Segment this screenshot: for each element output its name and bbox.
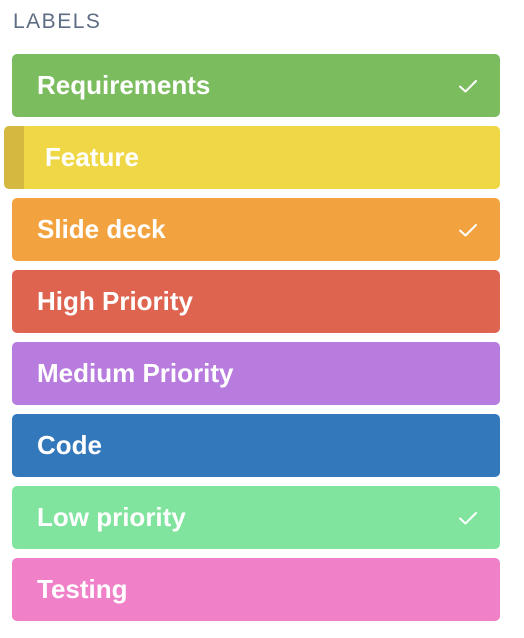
label-name: Slide deck xyxy=(37,214,166,244)
label-medium-priority[interactable]: Medium Priority xyxy=(12,342,500,405)
label-name: High Priority xyxy=(37,286,194,316)
check-icon xyxy=(459,79,477,92)
label-high-priority[interactable]: High Priority xyxy=(12,270,500,333)
label-low-priority[interactable]: Low priority xyxy=(12,486,500,549)
label-testing[interactable]: Testing xyxy=(12,558,500,621)
labels-list: Requirements Feature Slide deck High Pri… xyxy=(0,54,524,630)
label-name: Feature xyxy=(45,142,139,172)
label-name: Code xyxy=(37,430,102,460)
label-code[interactable]: Code xyxy=(12,414,500,477)
check-icon xyxy=(459,223,477,236)
labels-panel: LABELS Requirements Feature Slide deck H… xyxy=(0,0,524,638)
label-feature[interactable]: Feature xyxy=(4,126,500,189)
label-name: Low priority xyxy=(37,502,186,532)
label-name: Requirements xyxy=(37,70,211,100)
label-hover-edge xyxy=(4,126,24,189)
check-icon xyxy=(459,511,477,524)
label-requirements[interactable]: Requirements xyxy=(12,54,500,117)
label-name: Medium Priority xyxy=(37,358,234,388)
label-slide-deck[interactable]: Slide deck xyxy=(12,198,500,261)
label-name: Testing xyxy=(37,574,128,604)
labels-heading: LABELS xyxy=(13,10,102,33)
